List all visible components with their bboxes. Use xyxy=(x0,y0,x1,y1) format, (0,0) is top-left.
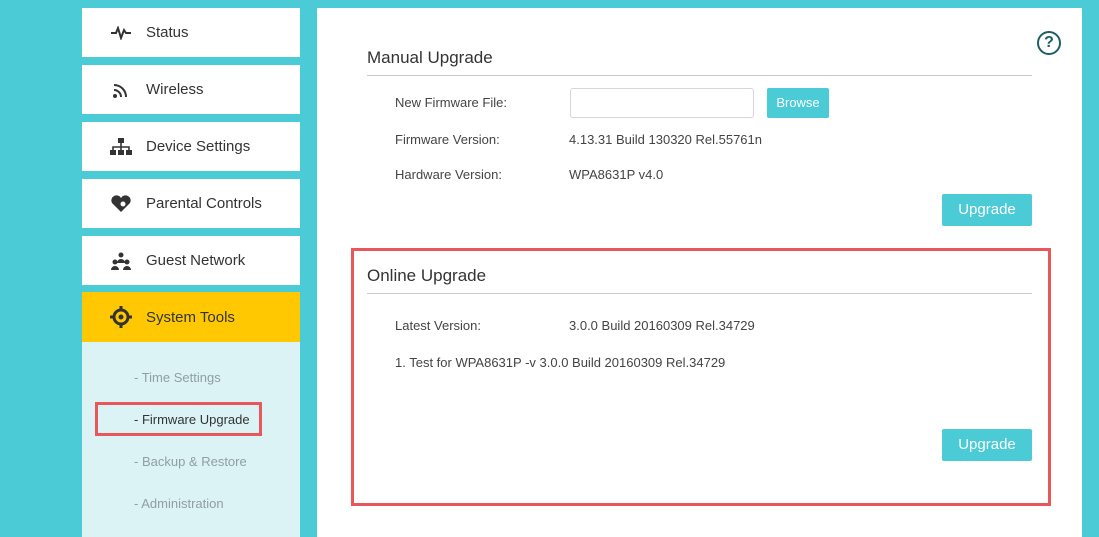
heart-icon xyxy=(108,193,134,215)
gear-icon xyxy=(108,306,134,328)
nav-label: System Tools xyxy=(146,308,235,326)
system-tools-submenu: - Time Settings - Firmware Upgrade - Bac… xyxy=(82,342,300,537)
pulse-icon xyxy=(108,22,134,44)
manual-upgrade-button[interactable]: Upgrade xyxy=(942,194,1032,226)
nav-item-parental-controls[interactable]: Parental Controls xyxy=(82,179,300,228)
nav-item-system-tools[interactable]: System Tools xyxy=(82,292,300,342)
nav-item-device-settings[interactable]: Device Settings xyxy=(82,122,300,171)
help-icon[interactable]: ? xyxy=(1037,31,1061,55)
release-note: 1. Test for WPA8631P -v 3.0.0 Build 2016… xyxy=(395,355,726,370)
nav-label: Wireless xyxy=(146,81,204,98)
latest-version-label: Latest Version: xyxy=(395,318,481,333)
guests-icon xyxy=(108,250,134,272)
online-upgrade-title: Online Upgrade xyxy=(367,266,487,285)
nav-item-wireless[interactable]: Wireless xyxy=(82,65,300,114)
divider xyxy=(367,75,1032,76)
network-icon xyxy=(108,136,134,158)
wifi-icon xyxy=(108,79,134,101)
hardware-version-label: Hardware Version: xyxy=(395,167,502,182)
firmware-version-label: Firmware Version: xyxy=(395,132,500,147)
nav-item-status[interactable]: Status xyxy=(82,8,300,57)
browse-button[interactable]: Browse xyxy=(767,88,829,118)
firmware-version-value: 4.13.31 Build 130320 Rel.55761n xyxy=(569,132,762,147)
new-firmware-file-label: New Firmware File: xyxy=(395,95,507,110)
firmware-file-input[interactable] xyxy=(570,88,754,118)
nav-label: Parental Controls xyxy=(146,195,262,212)
online-upgrade-highlight xyxy=(351,248,1051,506)
sidebar: Status Wireless Device Settings Parental… xyxy=(82,0,300,537)
submenu-administration[interactable]: - Administration xyxy=(134,494,224,514)
submenu-time-settings[interactable]: - Time Settings xyxy=(134,368,221,388)
manual-upgrade-title: Manual Upgrade xyxy=(367,48,493,67)
nav-label: Status xyxy=(146,24,189,41)
online-upgrade-button[interactable]: Upgrade xyxy=(942,429,1032,461)
submenu-backup-restore[interactable]: - Backup & Restore xyxy=(134,452,247,472)
nav-item-guest-network[interactable]: Guest Network xyxy=(82,236,300,285)
nav-label: Guest Network xyxy=(146,252,246,269)
divider xyxy=(367,293,1032,294)
firmware-upgrade-highlight xyxy=(95,402,262,436)
nav-label: Device Settings xyxy=(146,138,251,155)
latest-version-value: 3.0.0 Build 20160309 Rel.34729 xyxy=(569,318,755,333)
hardware-version-value: WPA8631P v4.0 xyxy=(569,167,664,182)
